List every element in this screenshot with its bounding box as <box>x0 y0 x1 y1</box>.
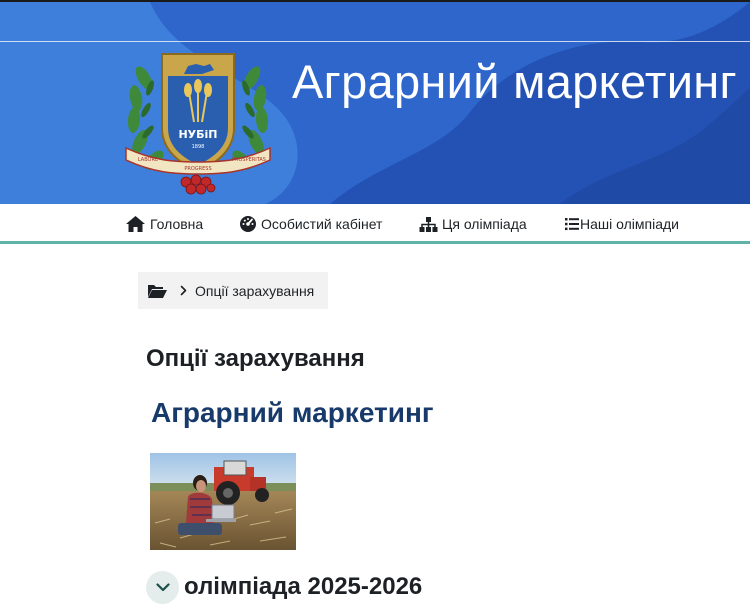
nav-item-label: Наші олімпіади <box>580 216 679 232</box>
site-title: Аграрний маркетинг <box>292 55 737 108</box>
nav-item-label: Головна <box>150 216 204 232</box>
section-collapse-toggle[interactable] <box>146 571 179 604</box>
nav-item-dashboard[interactable]: Особистий кабінет <box>239 204 382 244</box>
course-title-link[interactable]: Аграрний маркетинг <box>151 397 434 429</box>
nav-item-label: Ця олімпіада <box>442 216 527 232</box>
folder-open-icon[interactable] <box>147 283 168 299</box>
ribbon-center-text: PROGRESS <box>184 166 211 172</box>
emblem-label: НУБіП <box>178 128 217 141</box>
sitemap-icon <box>419 216 438 232</box>
nav-item-this-olympiad[interactable]: Ця олімпіада <box>419 204 527 244</box>
nav-item-home[interactable]: Головна <box>125 204 203 244</box>
nav-item-label: Особистий кабінет <box>261 216 383 232</box>
ribbon-right-text: PROSPERITAS <box>232 157 266 163</box>
breadcrumb-current: Опції зарахування <box>195 282 315 299</box>
banner-divider <box>0 41 750 42</box>
breadcrumb-separator <box>180 285 187 296</box>
chevron-right-icon <box>180 285 187 296</box>
chevron-down-icon <box>155 583 170 592</box>
list-icon <box>565 218 579 231</box>
nav-item-our-olympiads[interactable]: Наші олімпіади <box>565 204 679 244</box>
university-emblem: НУБіП 1898 LABORE PROGRESS PROSPERITAS <box>125 53 271 195</box>
page-heading: Опції зарахування <box>146 345 365 372</box>
emblem-year: 1898 <box>192 144 205 150</box>
site-banner: НУБіП 1898 LABORE PROGRESS PROSPERITAS А… <box>0 2 750 204</box>
dashboard-icon <box>240 216 256 232</box>
breadcrumb: Опції зарахування <box>138 272 328 309</box>
ribbon-left-text: LABORE <box>138 157 158 163</box>
section-title: олімпіада 2025-2026 <box>184 573 423 600</box>
primary-navigation: Головна Особистий кабінет Ця олімпіада Н… <box>0 204 750 244</box>
course-image-farmer-laptop <box>150 453 296 550</box>
course-image <box>150 453 296 550</box>
home-icon <box>126 216 145 232</box>
